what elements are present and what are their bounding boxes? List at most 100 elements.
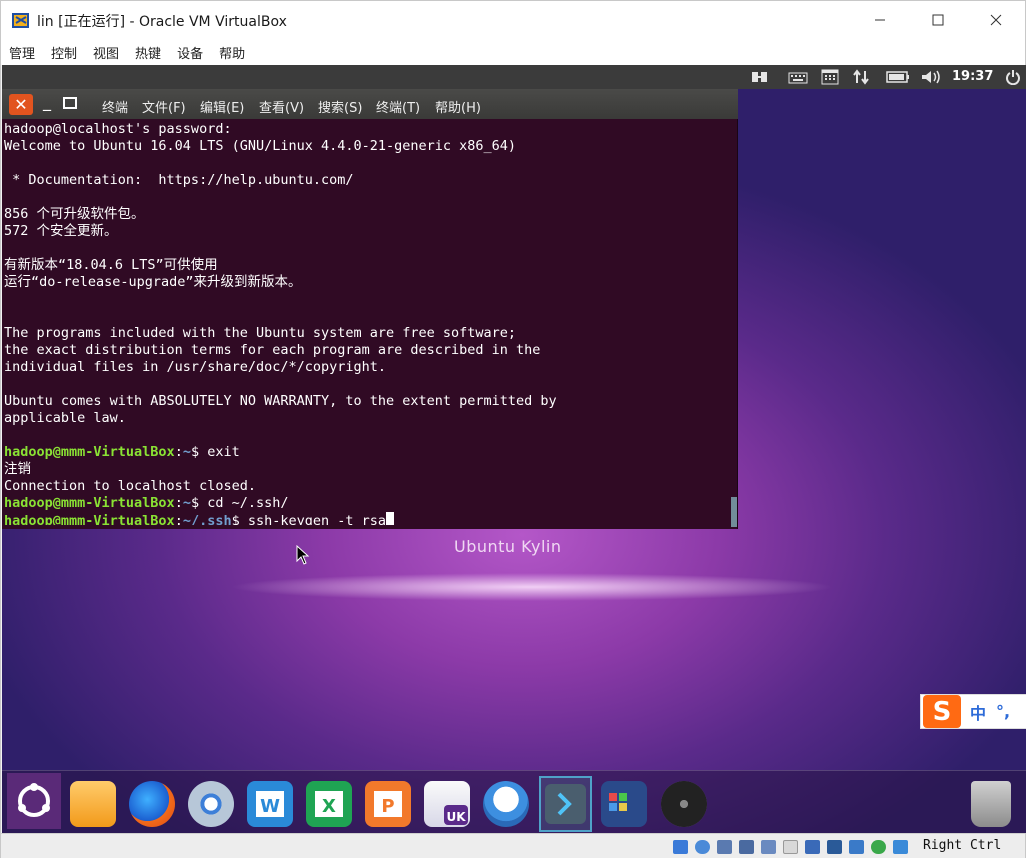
- host-key-label[interactable]: Right Ctrl: [923, 838, 1001, 853]
- video-capture-icon[interactable]: [827, 840, 842, 854]
- terminal-maximize-button[interactable]: [63, 97, 77, 109]
- terminal-line: Ubuntu comes with ABSOLUTELY NO WARRANTY…: [4, 393, 557, 409]
- terminal-chevron-icon: [545, 784, 586, 824]
- wps-writer-icon[interactable]: W: [247, 781, 293, 827]
- svg-text:UK: UK: [446, 810, 466, 824]
- writer-w-icon: W: [256, 791, 284, 817]
- terminal-line: Connection to localhost closed.: [4, 478, 256, 494]
- firefox-icon[interactable]: [129, 781, 175, 827]
- close-button[interactable]: [967, 1, 1025, 39]
- terminal-menu-file[interactable]: 文件(F): [142, 97, 186, 116]
- terminal-line: The programs included with the Ubuntu sy…: [4, 325, 517, 341]
- launcher-dock: W X P UK: [2, 770, 1026, 833]
- sogou-ime-icon[interactable]: S: [923, 695, 961, 728]
- calendar-icon[interactable]: [820, 69, 840, 85]
- terminal-scrollbar[interactable]: [731, 497, 737, 527]
- wps-spreadsheet-icon[interactable]: X: [306, 781, 352, 827]
- menu-view[interactable]: 视图: [93, 43, 119, 62]
- prompt-path: ~/.ssh: [182, 513, 232, 525]
- mouse-integration-icon[interactable]: [871, 840, 886, 854]
- dash-icon[interactable]: [7, 773, 61, 829]
- svg-text:W: W: [260, 796, 280, 817]
- guest-top-panel: 19:37: [2, 65, 1026, 89]
- terminal-line: * Documentation: https://help.ubuntu.com…: [4, 172, 354, 188]
- terminal-output[interactable]: hadoop@localhost's password: Welcome to U…: [4, 121, 732, 525]
- usb-icon[interactable]: [761, 840, 776, 854]
- prompt-path: ~: [182, 444, 191, 460]
- keyboard-layout-icon[interactable]: [750, 69, 770, 85]
- menu-help[interactable]: 帮助: [219, 43, 245, 62]
- youker-assistant-icon[interactable]: [483, 781, 529, 827]
- network-icon[interactable]: [852, 69, 870, 85]
- terminal-line: 有新版本“18.04.6 LTS”可供使用: [4, 257, 218, 273]
- shared-folders-icon[interactable]: [783, 840, 798, 854]
- terminal-line: individual files in /usr/share/doc/*/cop…: [4, 359, 387, 375]
- terminal-line: hadoop@localhost's password:: [4, 121, 232, 137]
- battery-icon[interactable]: [886, 69, 910, 85]
- menu-machine[interactable]: 管理: [9, 43, 35, 62]
- terminal-window[interactable]: ✕ _ 终端 文件(F) 编辑(E) 查看(V) 搜索(S) 终端(T) 帮助(…: [2, 89, 738, 529]
- power-icon[interactable]: [1005, 69, 1021, 85]
- mouse-pointer-icon: [296, 545, 310, 565]
- virtualbox-window: lin [正在运行] - Oracle VM VirtualBox 管理 控制 …: [0, 0, 1026, 858]
- audio-icon[interactable]: [717, 840, 732, 854]
- ime-language-toggle[interactable]: 中: [970, 700, 986, 724]
- optical-drive-icon[interactable]: [695, 840, 710, 854]
- terminal-menu-edit[interactable]: 编辑(E): [200, 97, 244, 116]
- prompt-line-current: hadoop@mmm-VirtualBox:~/.ssh$ ssh-keygen…: [4, 512, 732, 525]
- dvd-icon[interactable]: [661, 781, 707, 827]
- terminal-menu-view[interactable]: 查看(V): [259, 97, 304, 116]
- maximize-button[interactable]: [909, 1, 967, 39]
- terminal-line: 856 个可升级软件包。: [4, 206, 145, 222]
- vm-screen[interactable]: 19:37 ✕ _ 终端 文件(F) 编辑(E) 查看(V) 搜索(S) 终端(…: [2, 65, 1026, 833]
- ime-punctuation-toggle[interactable]: °,: [996, 702, 1010, 721]
- chromium-icon[interactable]: [188, 781, 234, 827]
- terminal-minimize-button[interactable]: _: [40, 94, 54, 111]
- terminal-line: 572 个安全更新。: [4, 223, 118, 239]
- virtualbox-app-icon: [12, 13, 29, 28]
- terminal-menu-terminal[interactable]: 终端(T): [376, 97, 420, 116]
- cpu-icon[interactable]: [849, 840, 864, 854]
- clock[interactable]: 19:37: [952, 69, 993, 84]
- kylin-software-center-icon[interactable]: UK: [424, 781, 470, 827]
- files-icon[interactable]: [70, 781, 116, 827]
- host-statusbar: Right Ctrl: [1, 833, 1025, 858]
- network-adapter-icon[interactable]: [739, 840, 754, 854]
- workspace-switcher-icon[interactable]: [601, 781, 647, 827]
- host-menubar: 管理 控制 视图 热键 设备 帮助: [1, 39, 1025, 65]
- menu-devices[interactable]: 设备: [177, 43, 203, 62]
- window-titlebar[interactable]: lin [正在运行] - Oracle VM VirtualBox: [1, 1, 1025, 39]
- wps-presentation-icon[interactable]: P: [365, 781, 411, 827]
- terminal-menu-title: 终端: [102, 101, 129, 116]
- terminal-menu-search[interactable]: 搜索(S): [318, 97, 362, 116]
- maximize-icon: [932, 14, 944, 26]
- terminal-close-button[interactable]: ✕: [9, 94, 33, 115]
- ime-status-bar[interactable]: S 中 °,: [920, 694, 1026, 729]
- minimize-button[interactable]: [851, 1, 909, 39]
- command-input[interactable]: ssh-keygen -t rsa: [248, 513, 386, 525]
- prompt-user: hadoop@mmm-VirtualBox: [4, 444, 175, 460]
- terminal-icon[interactable]: [539, 776, 592, 832]
- svg-text:X: X: [322, 796, 336, 817]
- text-cursor: [386, 512, 395, 525]
- terminal-menu-help[interactable]: 帮助(H): [435, 97, 481, 116]
- keyboard-capture-icon[interactable]: [893, 840, 908, 854]
- volume-icon[interactable]: [920, 69, 942, 85]
- menu-control[interactable]: 控制: [51, 43, 77, 62]
- prompt-user: hadoop@mmm-VirtualBox: [4, 495, 175, 511]
- hard-disk-icon[interactable]: [673, 840, 688, 854]
- svg-text:P: P: [381, 796, 394, 817]
- trash-icon[interactable]: [971, 781, 1011, 827]
- terminal-line: 注销: [4, 461, 31, 477]
- menu-hotkeys[interactable]: 热键: [135, 43, 161, 62]
- terminal-titlebar[interactable]: ✕ _ 终端 文件(F) 编辑(E) 查看(V) 搜索(S) 终端(T) 帮助(…: [2, 89, 738, 119]
- window-title: lin [正在运行] - Oracle VM VirtualBox: [37, 14, 287, 30]
- desktop-brand-label: Ubuntu Kylin: [454, 537, 562, 556]
- ubuntu-logo-icon: [18, 783, 50, 817]
- keyboard-icon[interactable]: [788, 69, 808, 85]
- display-icon[interactable]: [805, 840, 820, 854]
